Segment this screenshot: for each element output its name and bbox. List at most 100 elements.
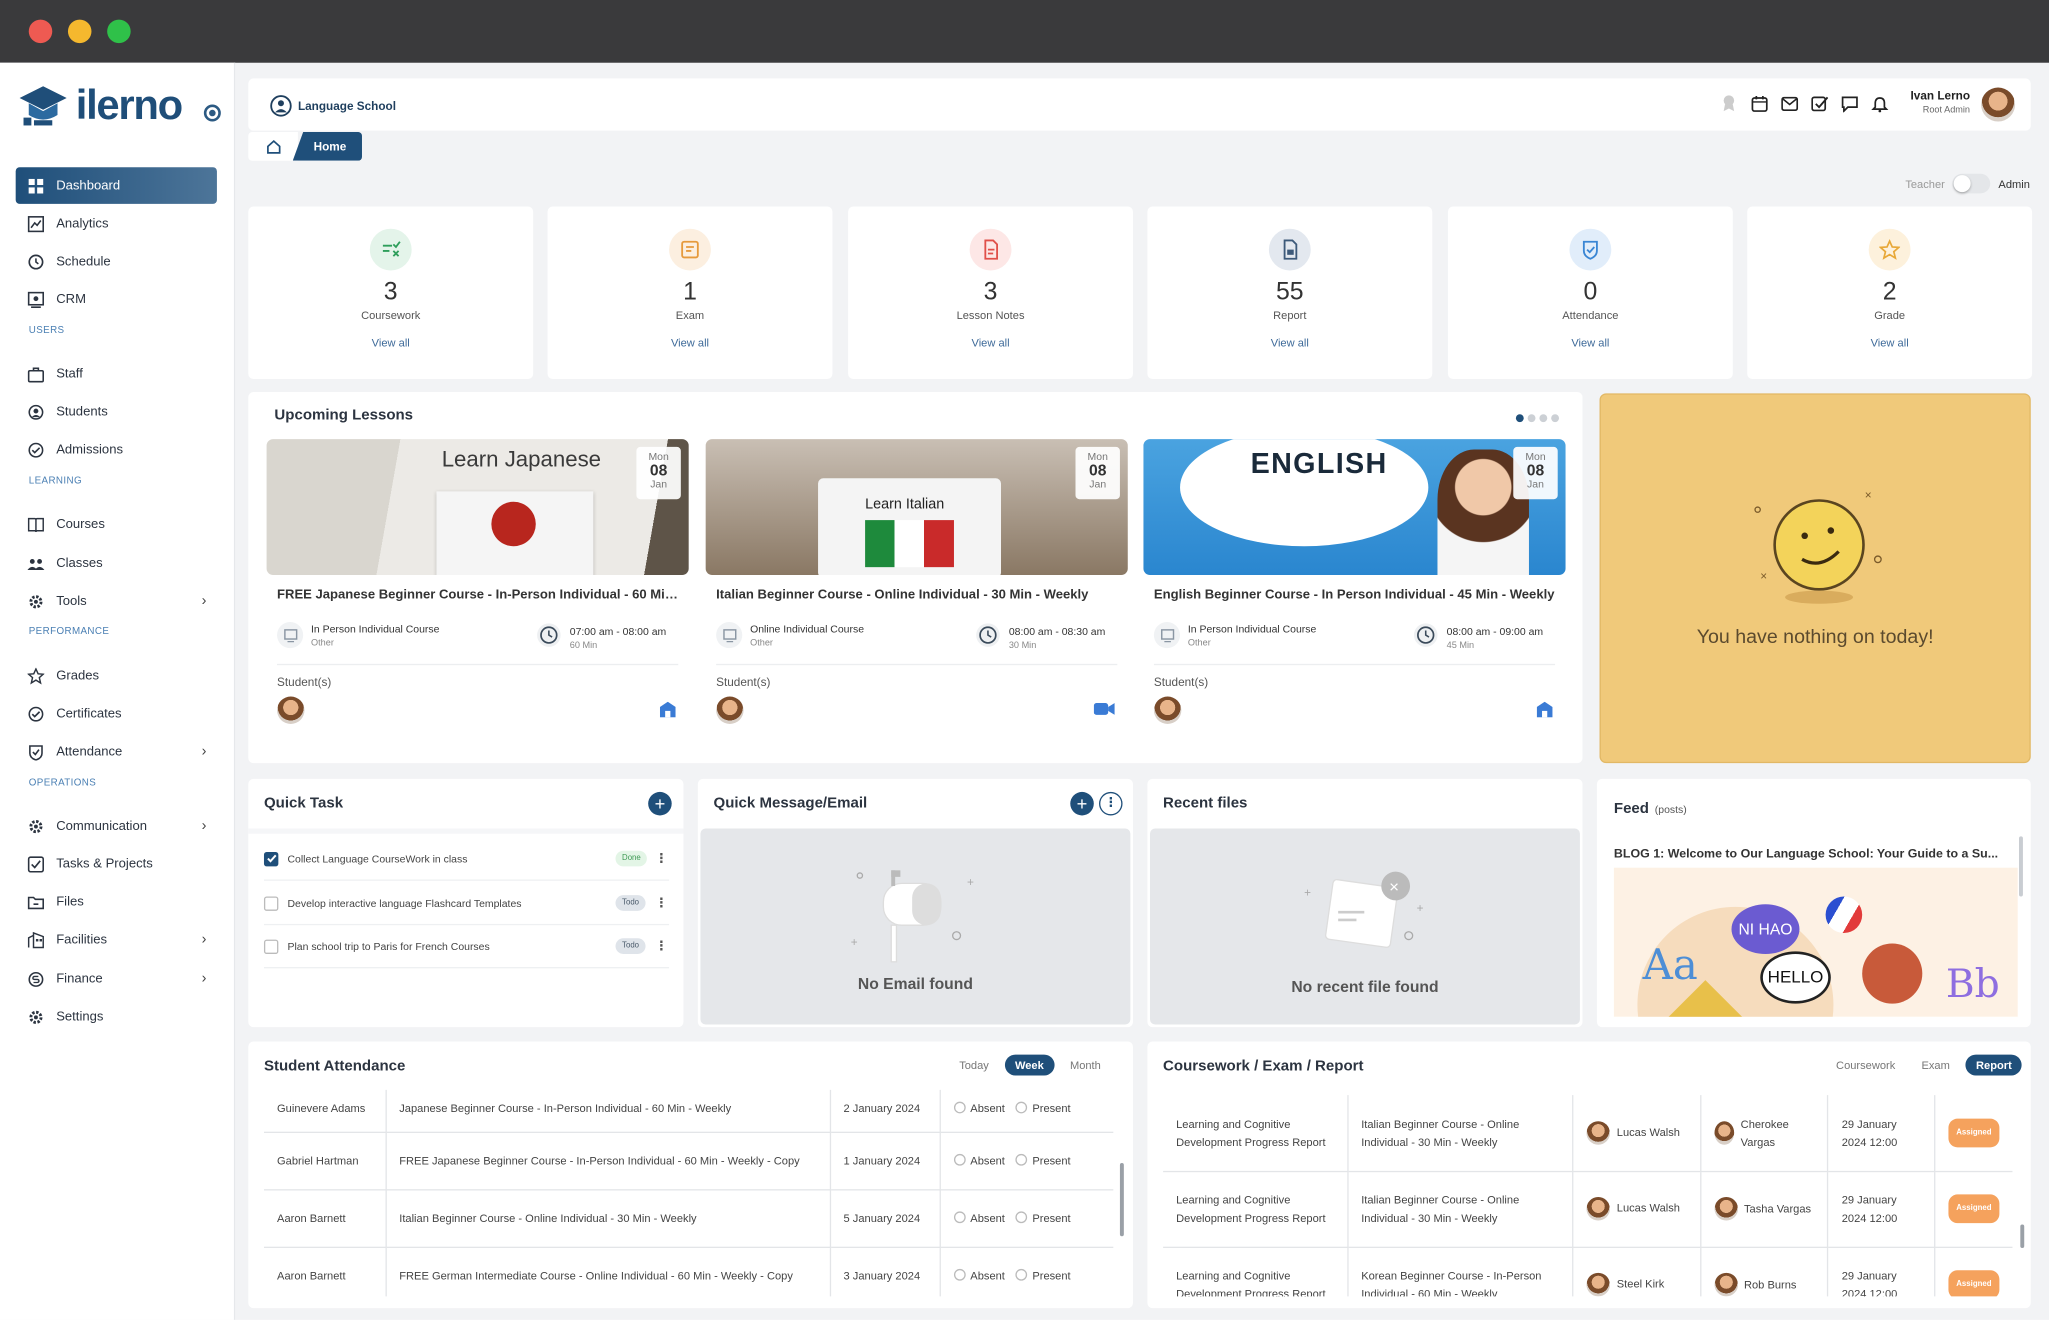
sidebar-item-tools[interactable]: Tools › xyxy=(16,583,217,620)
view-all-link[interactable]: View all xyxy=(1448,336,1733,349)
sidebar-item-courses[interactable]: Courses xyxy=(16,506,217,543)
sidebar-item-tasks-projects[interactable]: Tasks & Projects xyxy=(16,845,217,882)
absent-option[interactable]: Absent xyxy=(953,1268,1005,1282)
lesson-title[interactable]: FREE Japanese Beginner Course - In-Perso… xyxy=(277,588,682,602)
report-row[interactable]: Learning and Cognitive Development Progr… xyxy=(1163,1170,2013,1248)
school-selector[interactable]: Language School xyxy=(269,94,396,118)
sidebar-item-finance[interactable]: Finance › xyxy=(16,960,217,997)
sidebar-item-communication[interactable]: Communication › xyxy=(16,808,217,845)
absent-option[interactable]: Absent xyxy=(953,1211,1005,1224)
sidebar-item-grades[interactable]: Grades xyxy=(16,657,217,694)
view-all-link[interactable]: View all xyxy=(1147,336,1432,349)
present-option[interactable]: Present xyxy=(1015,1211,1071,1224)
sidebar-item-staff[interactable]: Staff xyxy=(16,355,217,392)
view-all-link[interactable]: View all xyxy=(548,336,833,349)
carousel-dot[interactable] xyxy=(1539,414,1548,423)
lesson-image[interactable]: ENGLISH xyxy=(1143,439,1566,575)
chat-icon[interactable] xyxy=(1840,94,1858,112)
feed-post-title[interactable]: BLOG 1: Welcome to Our Language School: … xyxy=(1614,847,2011,861)
task-menu-icon[interactable]: ⋮ xyxy=(655,851,668,865)
sidebar-item-crm[interactable]: CRM xyxy=(16,281,217,318)
classroom-icon[interactable] xyxy=(659,701,676,722)
tab-coursework[interactable]: Coursework xyxy=(1826,1055,1906,1076)
task-checkbox[interactable] xyxy=(263,938,279,954)
sidebar-item-attendance[interactable]: Attendance › xyxy=(16,733,217,770)
close-window-button[interactable] xyxy=(28,19,53,44)
lesson-card[interactable]: Learn Japanese Mon 08 Jan FREE Japanese Begi… xyxy=(266,439,689,738)
lesson-title[interactable]: Italian Beginner Course - Online Individ… xyxy=(716,588,1121,602)
absent-option[interactable]: Absent xyxy=(953,1101,1005,1115)
present-option[interactable]: Present xyxy=(1015,1153,1071,1167)
present-radio[interactable] xyxy=(1015,1101,1028,1114)
calendar-icon[interactable] xyxy=(1750,94,1768,112)
role-switch[interactable] xyxy=(1952,173,1991,194)
sidebar-item-settings[interactable]: Settings xyxy=(16,998,217,1035)
task-checkbox[interactable] xyxy=(263,851,279,866)
present-radio[interactable] xyxy=(1015,1153,1028,1166)
lesson-title[interactable]: English Beginner Course - In Person Indi… xyxy=(1154,588,1559,602)
lesson-card[interactable]: ENGLISH Mon 08 Jan English Beginner Course -… xyxy=(1143,439,1566,738)
lesson-card[interactable]: Learn Italian Mon 08 Jan Italian Beginner Co… xyxy=(705,439,1128,738)
sidebar-item-dashboard[interactable]: Dashboard xyxy=(15,167,217,204)
task-menu-icon[interactable]: ⋮ xyxy=(655,939,668,953)
feed-post-image[interactable]: Aa NI HAO HELLO Bb xyxy=(1613,867,2018,1017)
carousel-dot[interactable] xyxy=(1551,414,1560,423)
coursework-scrollbar[interactable] xyxy=(2020,1224,2025,1248)
present-option[interactable]: Present xyxy=(1015,1268,1071,1282)
user-menu[interactable]: Ivan Lerno Root Admin xyxy=(1911,89,1970,115)
present-radio[interactable] xyxy=(1015,1211,1028,1224)
tab-report[interactable]: Report xyxy=(1965,1054,2023,1076)
view-all-link[interactable]: View all xyxy=(848,336,1133,349)
report-row[interactable]: Learning and Cognitive Development Progr… xyxy=(1163,1095,2013,1172)
student-avatar[interactable] xyxy=(277,696,305,724)
sidebar-item-schedule[interactable]: Schedule xyxy=(16,243,217,280)
task-menu-icon[interactable]: ⋮ xyxy=(655,896,668,910)
absent-radio[interactable] xyxy=(953,1211,966,1224)
sidebar-item-classes[interactable]: Classes xyxy=(16,545,217,582)
task-checkbox[interactable] xyxy=(263,895,279,911)
absent-option[interactable]: Absent xyxy=(953,1153,1005,1167)
app-logo[interactable]: ilerno xyxy=(18,81,183,129)
present-option[interactable]: Present xyxy=(1015,1101,1071,1115)
report-row[interactable]: Learning and Cognitive Development Progr… xyxy=(1163,1246,2013,1297)
task-label[interactable]: Develop interactive language Flashcard T… xyxy=(287,897,521,909)
student-avatar[interactable] xyxy=(1153,696,1182,724)
present-radio[interactable] xyxy=(1015,1268,1028,1281)
minimize-window-button[interactable] xyxy=(67,19,92,44)
award-icon[interactable] xyxy=(1720,94,1738,112)
video-call-icon[interactable] xyxy=(1093,702,1115,720)
feed-scrollbar[interactable] xyxy=(2019,836,2023,897)
tab-month[interactable]: Month xyxy=(1059,1055,1111,1076)
carousel-dot[interactable] xyxy=(1527,414,1536,423)
sidebar-item-admissions[interactable]: Admissions xyxy=(16,431,217,468)
classroom-icon[interactable] xyxy=(1536,701,1553,722)
carousel-dots[interactable] xyxy=(1515,414,1560,423)
mail-icon[interactable] xyxy=(1780,94,1798,112)
sidebar-item-students[interactable]: Students xyxy=(16,393,217,430)
absent-radio[interactable] xyxy=(953,1153,966,1166)
absent-radio[interactable] xyxy=(953,1101,966,1114)
tasks-check-icon[interactable] xyxy=(1810,94,1828,112)
view-all-link[interactable]: View all xyxy=(1747,336,2032,349)
student-avatar[interactable] xyxy=(716,696,744,724)
absent-radio[interactable] xyxy=(953,1268,966,1281)
lesson-image[interactable]: Learn Italian xyxy=(705,439,1128,575)
breadcrumb-current[interactable]: Home xyxy=(292,131,363,161)
user-avatar[interactable] xyxy=(1981,87,2016,122)
sidebar-item-facilities[interactable]: Facilities › xyxy=(16,921,217,958)
task-label[interactable]: Plan school trip to Paris for French Cou… xyxy=(287,940,489,952)
view-all-link[interactable]: View all xyxy=(248,336,533,349)
sidebar-item-files[interactable]: Files xyxy=(16,883,217,920)
bell-icon[interactable] xyxy=(1870,94,1888,112)
role-toggle[interactable]: Teacher Admin xyxy=(1905,173,2030,194)
tab-today[interactable]: Today xyxy=(949,1055,1000,1076)
attendance-scrollbar[interactable] xyxy=(1119,1163,1124,1237)
tab-exam[interactable]: Exam xyxy=(1911,1055,1960,1076)
sidebar-item-analytics[interactable]: Analytics xyxy=(16,205,217,242)
more-options-icon[interactable]: ⋮ xyxy=(1099,791,1123,816)
sidebar-item-certificates[interactable]: Certificates xyxy=(16,695,217,732)
collapse-sidebar-button[interactable] xyxy=(203,104,221,122)
tab-week[interactable]: Week xyxy=(1004,1054,1055,1076)
maximize-window-button[interactable] xyxy=(107,19,131,44)
carousel-dot[interactable] xyxy=(1515,414,1524,423)
